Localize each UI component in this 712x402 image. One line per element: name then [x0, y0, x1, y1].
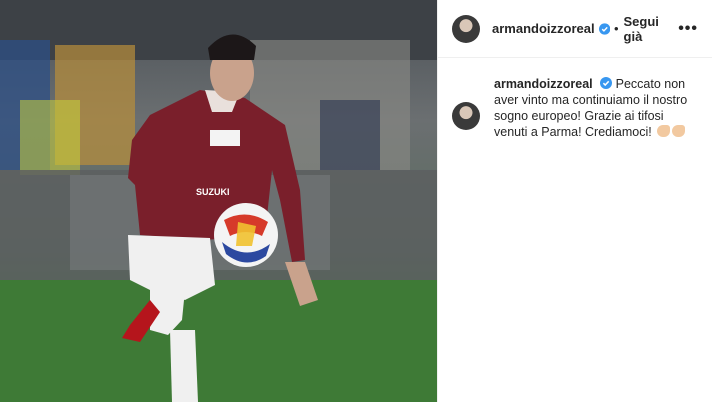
- following-button[interactable]: Segui già: [624, 14, 679, 44]
- footballer-photo: SUZUKI: [0, 0, 437, 402]
- username[interactable]: armandoizzoreal: [492, 21, 595, 36]
- jersey-sponsor: SUZUKI: [196, 187, 230, 197]
- flexed-biceps-icon: [672, 125, 686, 137]
- post-header: armandoizzoreal • Segui già •••: [438, 0, 712, 58]
- verified-badge-icon: [598, 22, 610, 35]
- caption-username[interactable]: armandoizzoreal: [494, 77, 593, 91]
- separator-dot: •: [613, 21, 619, 36]
- flexed-biceps-icon: [657, 125, 671, 137]
- post-sidebar: armandoizzoreal • Segui già ••• armandoi…: [437, 0, 712, 402]
- post-photo[interactable]: SUZUKI: [0, 0, 437, 402]
- instagram-post: SUZUKI armandoizzoreal • Segui già ••• a…: [0, 0, 712, 402]
- verified-badge-icon: [600, 77, 613, 89]
- caption-avatar[interactable]: [452, 102, 480, 130]
- caption: armandoizzoreal Peccato non aver vinto m…: [438, 58, 712, 140]
- caption-text-block: armandoizzoreal Peccato non aver vinto m…: [494, 76, 698, 140]
- more-options-icon[interactable]: •••: [678, 20, 698, 38]
- avatar[interactable]: [452, 14, 480, 43]
